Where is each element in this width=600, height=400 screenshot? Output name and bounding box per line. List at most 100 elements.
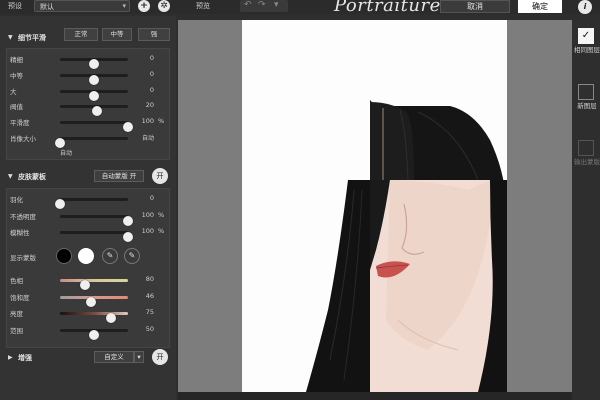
slider-track[interactable] <box>60 105 128 117</box>
hair-left-image <box>306 180 370 392</box>
slider-value[interactable]: 75 <box>132 308 154 316</box>
settings-panel: ▼ 细节平滑 正常 中等 强 精细 0 中等 0 大 0 阀值 20 平滑度 100% 肖像大小 … <box>0 16 176 400</box>
auto-mask-button[interactable]: 自动蒙版 开 <box>94 170 144 182</box>
slider-track[interactable] <box>60 73 128 85</box>
slider-track[interactable] <box>60 89 128 101</box>
slider-value[interactable]: 50 <box>132 325 154 333</box>
eyedropper-plus-icon[interactable]: ✎ <box>124 248 140 264</box>
slider-row: 不透明度 100% <box>6 210 170 226</box>
slider-label: 平滑度 <box>10 119 30 128</box>
slider-thumb[interactable] <box>55 199 65 209</box>
output-mask-checkbox[interactable] <box>578 140 594 156</box>
slider-label: 中等 <box>10 71 23 80</box>
slider-unit: % <box>158 227 165 235</box>
plus-icon[interactable]: + <box>138 0 150 12</box>
ok-button[interactable]: 确定 <box>518 0 562 13</box>
slider-label: 不透明度 <box>10 212 36 221</box>
slider-row: 精细 0 <box>6 53 170 69</box>
mode-strong-button[interactable]: 强 <box>138 28 170 41</box>
slider-value[interactable]: 20 <box>132 101 154 109</box>
eyedropper-icon[interactable]: ✎ <box>102 248 118 264</box>
slider-value[interactable]: 46 <box>132 292 154 300</box>
slider-value[interactable]: 0 <box>132 70 154 78</box>
slider-value[interactable]: 100 <box>132 211 154 219</box>
preview-canvas[interactable] <box>178 20 572 392</box>
preview-label: 预览 <box>196 2 210 10</box>
slider-thumb[interactable] <box>85 296 96 307</box>
slider-unit: % <box>158 210 165 219</box>
portrait-size-thumb[interactable] <box>55 138 65 148</box>
mode-normal-button[interactable]: 正常 <box>64 28 98 41</box>
gear-icon[interactable]: ✲ <box>158 0 170 12</box>
slider-track[interactable] <box>60 58 128 69</box>
slider-label: 饱和度 <box>10 293 30 302</box>
slider-track[interactable] <box>60 312 128 323</box>
mode-medium-button[interactable]: 中等 <box>102 28 132 41</box>
slider-track[interactable] <box>60 121 133 133</box>
slider-thumb[interactable] <box>89 90 99 101</box>
enhance-toggle[interactable]: 开 <box>152 349 168 365</box>
info-icon[interactable]: i <box>578 0 592 14</box>
preset-label: 预设 <box>8 2 22 10</box>
skin-mask-header[interactable]: ▼ 皮肤蒙板 <box>0 167 176 187</box>
slider-label: 大 <box>10 87 17 96</box>
slider-label: 范围 <box>10 326 23 335</box>
slider-track[interactable] <box>60 214 133 226</box>
new-layer-label: 新图层 <box>577 102 597 110</box>
undo-icon[interactable]: ↶ <box>244 0 252 10</box>
slider-row: 平滑度 100% <box>6 116 170 133</box>
triangle-right-icon: ▶ <box>8 354 13 361</box>
portrait-size-row: 肖像大小 自动 <box>6 132 170 148</box>
new-layer-checkbox[interactable] <box>578 84 594 100</box>
face-image <box>370 180 507 392</box>
mask-color-white-swatch[interactable] <box>78 248 94 264</box>
section-title: 皮肤蒙板 <box>18 173 46 181</box>
same-layer-label: 相同图层 <box>574 46 600 54</box>
slider-track[interactable] <box>60 279 128 290</box>
slider-row: 饱和度 46 <box>6 291 170 307</box>
slider-label: 色相 <box>10 277 23 285</box>
cancel-button[interactable]: 取消 <box>440 0 510 13</box>
portrait-size-track[interactable] <box>55 137 128 148</box>
triangle-down-icon: ▼ <box>8 34 13 41</box>
enhance-preset-dropdown[interactable]: 自定义 <box>94 351 134 363</box>
slider-track[interactable] <box>60 295 128 307</box>
portrait-size-label: 肖像大小 <box>10 135 36 143</box>
slider-thumb[interactable] <box>106 313 116 323</box>
slider-value[interactable]: 100 <box>132 227 154 235</box>
slider-row: 色相 80 <box>6 274 170 290</box>
slider-row: 模糊性 100% <box>6 226 170 242</box>
status-strip <box>178 392 572 400</box>
slider-value[interactable]: 0 <box>132 194 154 202</box>
mask-color-black-swatch[interactable] <box>56 248 72 264</box>
auto-label-bottom: 自动 <box>60 150 73 157</box>
undo-redo-group: ↶ ↷ ▾ <box>240 0 288 12</box>
slider-value[interactable]: 0 <box>132 54 154 62</box>
section-title: 细节平滑 <box>18 34 46 42</box>
redo-icon[interactable]: ↷ <box>258 0 266 10</box>
slider-value[interactable]: 100 <box>132 117 154 125</box>
slider-row: 羽化 0 <box>6 193 170 209</box>
slider-thumb[interactable] <box>89 59 99 69</box>
slider-track[interactable] <box>60 231 133 242</box>
slider-thumb[interactable] <box>89 74 99 85</box>
preset-dropdown[interactable]: 默认 ▾ <box>34 0 130 12</box>
same-layer-checkbox[interactable]: ✓ <box>578 28 594 44</box>
top-bar: 预设 默认 ▾ + ✲ 预览 ↶ ↷ ▾ Portraiture® 3 取消 确… <box>0 0 600 16</box>
slider-label: 亮度 <box>10 310 23 318</box>
section-title: 增强 <box>18 354 32 362</box>
slider-row: 中等 0 <box>6 69 170 85</box>
skin-mask-toggle[interactable]: 开 <box>152 168 168 184</box>
chevron-down-icon[interactable]: ▾ <box>274 0 279 10</box>
slider-unit: % <box>158 117 165 126</box>
slider-track[interactable] <box>60 328 128 340</box>
slider-thumb[interactable] <box>89 329 99 340</box>
chevron-down-icon[interactable]: ▾ <box>134 351 144 363</box>
slider-value[interactable]: 80 <box>132 275 154 283</box>
triangle-down-icon: ▼ <box>8 173 13 180</box>
enhance-header[interactable]: ▶ 增强 <box>0 348 176 368</box>
slider-row: 大0 <box>6 85 170 101</box>
slider-row: 范围 50 <box>6 324 170 340</box>
slider-value[interactable]: 0 <box>132 86 154 94</box>
slider-track[interactable] <box>55 198 128 209</box>
